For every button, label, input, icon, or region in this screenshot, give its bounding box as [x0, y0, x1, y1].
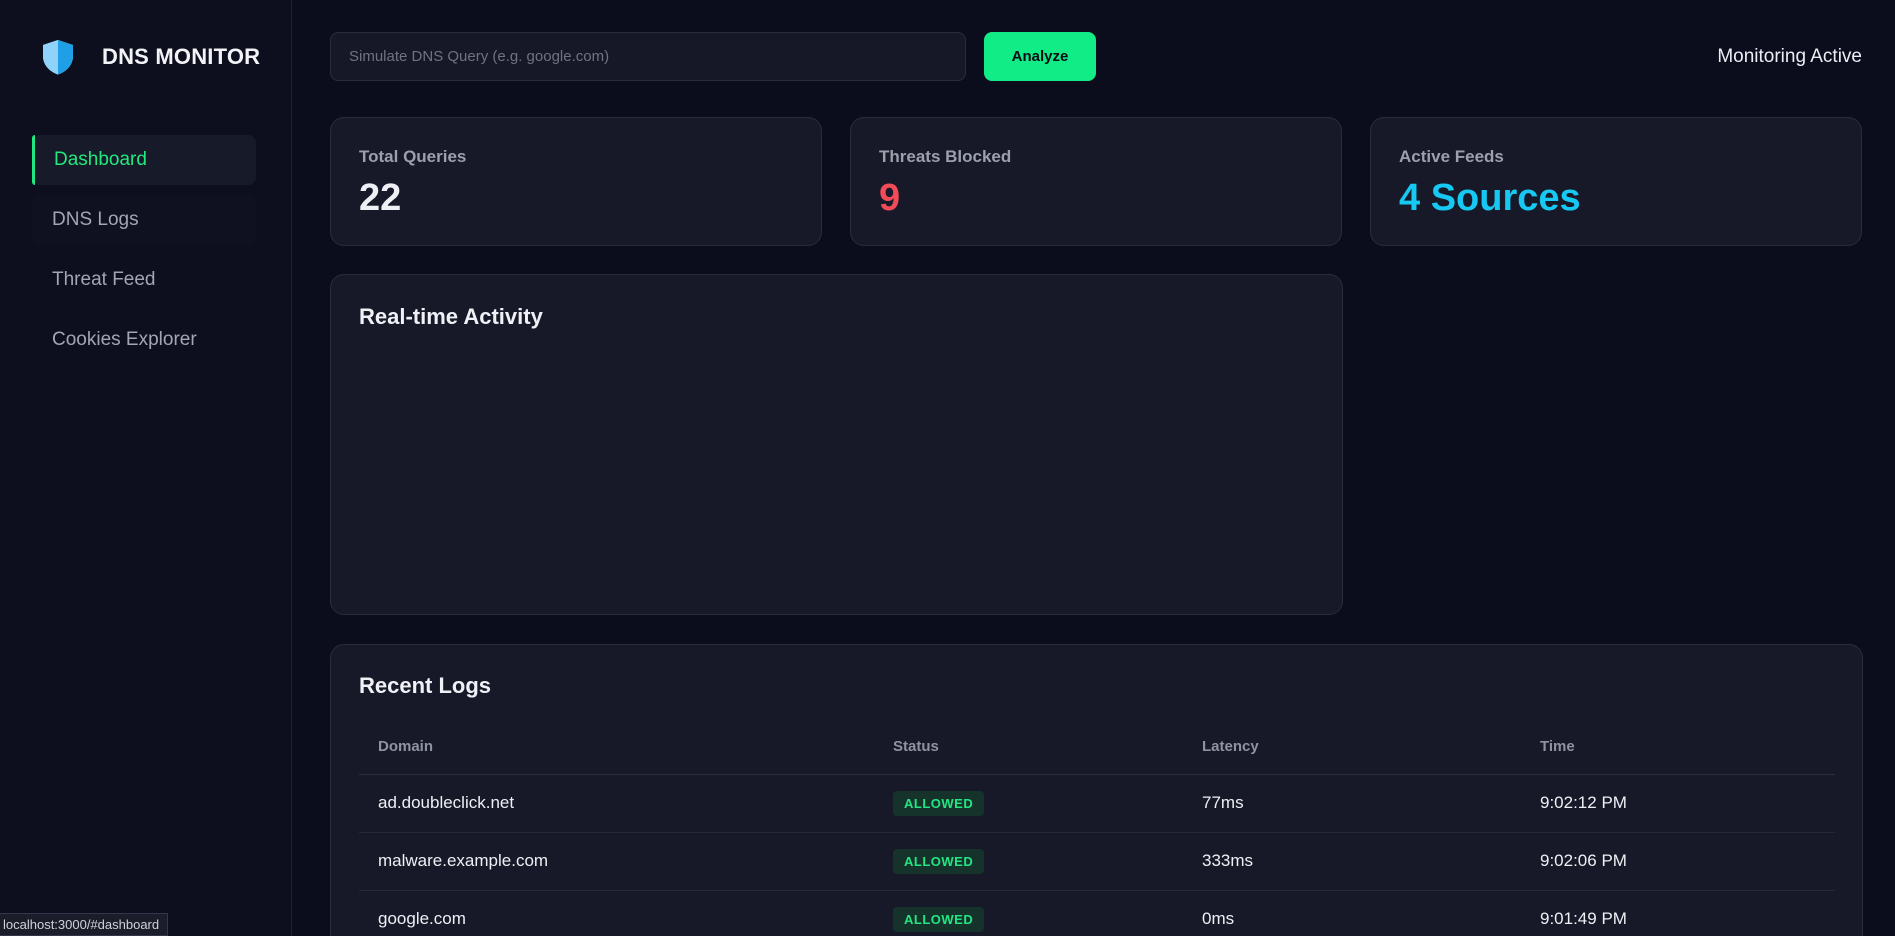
- cell-latency: 0ms: [1183, 890, 1521, 936]
- analyze-button[interactable]: Analyze: [984, 32, 1096, 81]
- browser-status-url: localhost:3000/#dashboard: [0, 913, 169, 936]
- app-title: DNS MONITOR: [102, 44, 261, 69]
- table-row[interactable]: malware.example.com ALLOWED 333ms 9:02:0…: [359, 832, 1835, 891]
- cell-latency: 333ms: [1183, 832, 1521, 891]
- cell-domain: google.com: [359, 890, 874, 936]
- table-row[interactable]: google.com ALLOWED 0ms 9:01:49 PM: [359, 890, 1835, 936]
- sidebar-nav: Dashboard DNS Logs Threat Feed Cookies E…: [32, 135, 256, 375]
- sidebar-item-cookies-explorer[interactable]: Cookies Explorer: [32, 315, 256, 365]
- sidebar-item-label: Threat Feed: [52, 269, 156, 290]
- stat-value: 22: [359, 177, 402, 219]
- cell-status: ALLOWED: [874, 890, 1183, 936]
- monitoring-status: Monitoring Active: [1717, 46, 1862, 67]
- sidebar-item-threat-feed[interactable]: Threat Feed: [32, 255, 256, 305]
- stat-label: Threats Blocked: [879, 147, 1012, 166]
- stat-label: Active Feeds: [1399, 147, 1504, 166]
- cell-time: 9:02:12 PM: [1521, 774, 1835, 833]
- sidebar: DNS MONITOR Dashboard DNS Logs Threat Fe…: [0, 0, 292, 936]
- panel-title: Real-time Activity: [359, 304, 543, 329]
- cell-time: 9:01:49 PM: [1521, 890, 1835, 936]
- cell-time: 9:02:06 PM: [1521, 832, 1835, 891]
- sidebar-item-dashboard[interactable]: Dashboard: [32, 135, 256, 185]
- stat-card-active-feeds: Active Feeds 4 Sources: [1370, 117, 1862, 246]
- shield-icon: [43, 40, 73, 75]
- stat-value: 4 Sources: [1399, 177, 1581, 219]
- sidebar-item-label: DNS Logs: [52, 209, 139, 230]
- cell-status: ALLOWED: [874, 832, 1183, 891]
- app-window: DNS MONITOR Dashboard DNS Logs Threat Fe…: [0, 0, 1895, 936]
- column-header-time: Time: [1521, 719, 1835, 775]
- status-badge: ALLOWED: [893, 790, 985, 816]
- sidebar-item-dns-logs[interactable]: DNS Logs: [32, 195, 256, 245]
- table-header-row: Domain Status Latency Time: [359, 719, 1835, 775]
- cell-domain: ad.doubleclick.net: [359, 774, 874, 833]
- sidebar-item-label: Dashboard: [54, 149, 147, 170]
- table-row[interactable]: ad.doubleclick.net ALLOWED 77ms 9:02:12 …: [359, 774, 1835, 833]
- stat-value: 9: [879, 177, 901, 219]
- recent-logs-panel: Recent Logs Domain Status Latency Time a…: [330, 644, 1863, 936]
- column-header-latency: Latency: [1183, 719, 1521, 775]
- cell-status: ALLOWED: [874, 774, 1183, 833]
- cell-domain: malware.example.com: [359, 832, 874, 891]
- logs-table: Domain Status Latency Time ad.doubleclic…: [359, 719, 1835, 936]
- status-badge: ALLOWED: [893, 906, 985, 932]
- stat-card-total-queries: Total Queries 22: [330, 117, 822, 246]
- brand: DNS MONITOR: [40, 38, 260, 76]
- cell-latency: 77ms: [1183, 774, 1521, 833]
- sidebar-item-label: Cookies Explorer: [52, 329, 197, 350]
- stat-card-threats-blocked: Threats Blocked 9: [850, 117, 1342, 246]
- column-header-status: Status: [874, 719, 1183, 775]
- status-badge: ALLOWED: [893, 848, 985, 874]
- stat-label: Total Queries: [359, 147, 467, 166]
- dns-query-input[interactable]: [330, 32, 966, 81]
- panel-title: Recent Logs: [359, 673, 492, 698]
- realtime-activity-panel: Real-time Activity: [330, 274, 1343, 615]
- column-header-domain: Domain: [359, 719, 874, 775]
